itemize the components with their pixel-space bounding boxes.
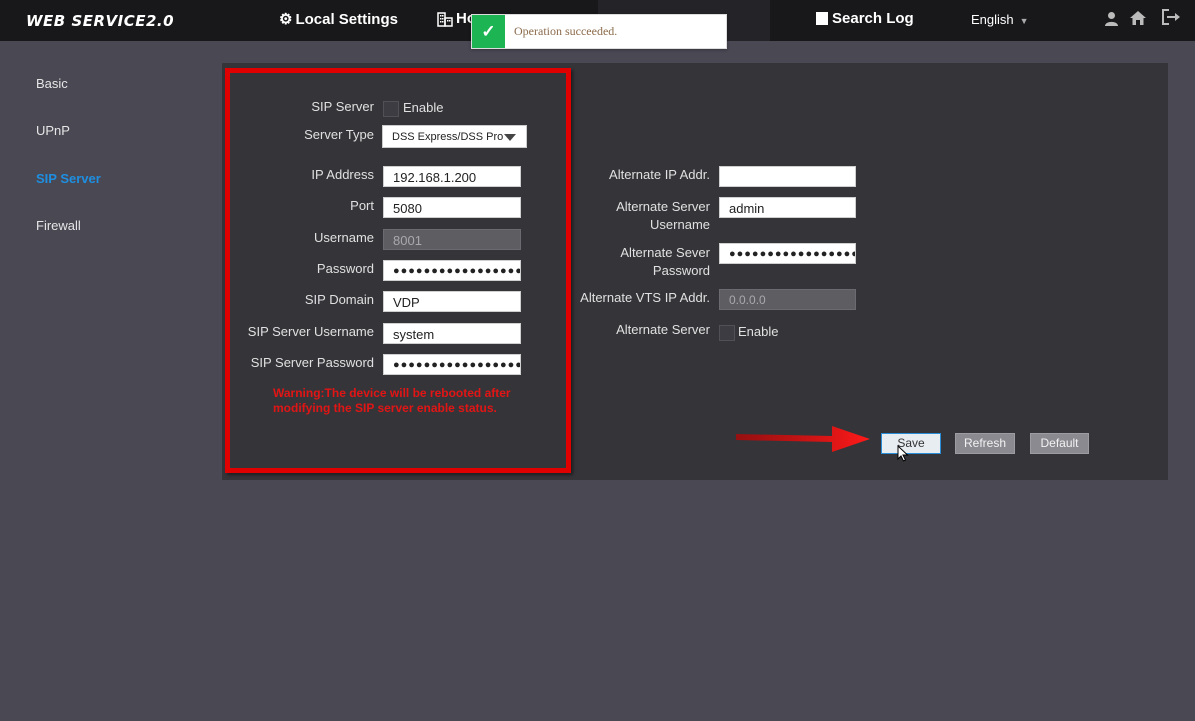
nav-local-settings[interactable]: ⚙ Local Settings [279,10,398,29]
sidebar-item-firewall[interactable]: Firewall [36,218,81,233]
sip-domain-input[interactable]: VDP [383,291,521,312]
alt-server-username-label: Alternate Server Username [616,198,710,234]
default-button[interactable]: Default [1030,433,1089,454]
sip-server-password-input[interactable]: ●●●●●●●●●●●●●●●●●● [383,354,521,375]
alt-ip-label: Alternate IP Addr. [609,167,710,182]
nav-local-settings-label: Local Settings [295,10,398,28]
sidebar-item-upnp[interactable]: UPnP [36,123,70,138]
mouse-cursor-icon [897,445,909,462]
sip-server-label: SIP Server [311,99,374,114]
server-type-select[interactable]: DSS Express/DSS Pro [382,125,527,148]
alt-ip-input[interactable] [719,166,856,187]
sip-server-password-label: SIP Server Password [250,355,374,370]
annotation-arrow-icon [736,426,870,452]
alt-server-password-label: Alternate Sever Password [620,244,710,280]
server-type-label: Server Type [304,127,374,142]
chevron-down-icon: ▼ [1019,16,1029,26]
language-dropdown[interactable]: English ▼ [971,12,1029,27]
sip-server-enable-checkbox[interactable] [383,101,399,117]
port-input[interactable]: 5080 [383,197,521,218]
port-label: Port [350,198,374,213]
language-value: English [971,12,1014,27]
document-icon [816,12,828,25]
gear-icon: ⚙ [279,11,293,28]
ip-address-label: IP Address [311,167,374,182]
alt-server-password-input[interactable]: ●●●●●●●●●●●●●●●●●● [719,243,856,264]
username-input: 8001 [383,229,521,250]
save-button[interactable]: Save [881,433,941,454]
reboot-warning-text: Warning:The device will be rebooted afte… [273,386,511,415]
nav-search-log-label: Search Log [832,10,914,27]
checkmark-icon: ✓ [472,15,505,48]
toast-message: Operation succeeded. [514,24,618,38]
refresh-button[interactable]: Refresh [955,433,1015,454]
alt-server-username-label-line2: Username [650,217,710,232]
home-icon[interactable] [1129,10,1147,26]
sip-server-enable-label: Enable [403,100,444,115]
sidebar-item-basic[interactable]: Basic [36,76,68,91]
alt-server-enable-checkbox[interactable] [719,325,735,341]
dropdown-arrow-icon [504,134,516,141]
success-toast: ✓ Operation succeeded. [471,14,727,49]
alt-vts-ip-label: Alternate VTS IP Addr. [580,290,710,305]
server-type-value: DSS Express/DSS Pro [392,131,504,143]
nav-search-log[interactable]: Search Log [815,10,914,27]
sip-domain-label: SIP Domain [304,292,374,307]
brand-logo: WEB SERVICE2.0 [26,12,175,30]
logout-icon[interactable] [1160,8,1184,31]
building-icon [437,11,453,27]
alt-server-password-label-line2: Password [652,263,710,278]
sip-server-username-label: SIP Server Username [247,324,374,339]
password-label: Password [316,261,374,276]
alt-server-username-input[interactable]: admin [719,197,856,218]
sip-server-username-input[interactable]: system [383,323,521,344]
alt-vts-ip-input: 0.0.0.0 [719,289,856,310]
sidebar-item-sip-server[interactable]: SIP Server [36,171,101,186]
alt-server-username-label-line1: Alternate Server [616,199,710,214]
ip-address-input[interactable]: 192.168.1.200 [383,166,521,187]
alt-server-password-label-line1: Alternate Sever [620,245,710,260]
username-label: Username [314,230,374,245]
user-icon[interactable] [1104,11,1119,26]
alt-server-enable-label: Enable [738,324,779,339]
alt-server-label: Alternate Server [616,322,710,337]
password-input[interactable]: ●●●●●●●●●●●●●●●●●● [383,260,521,281]
